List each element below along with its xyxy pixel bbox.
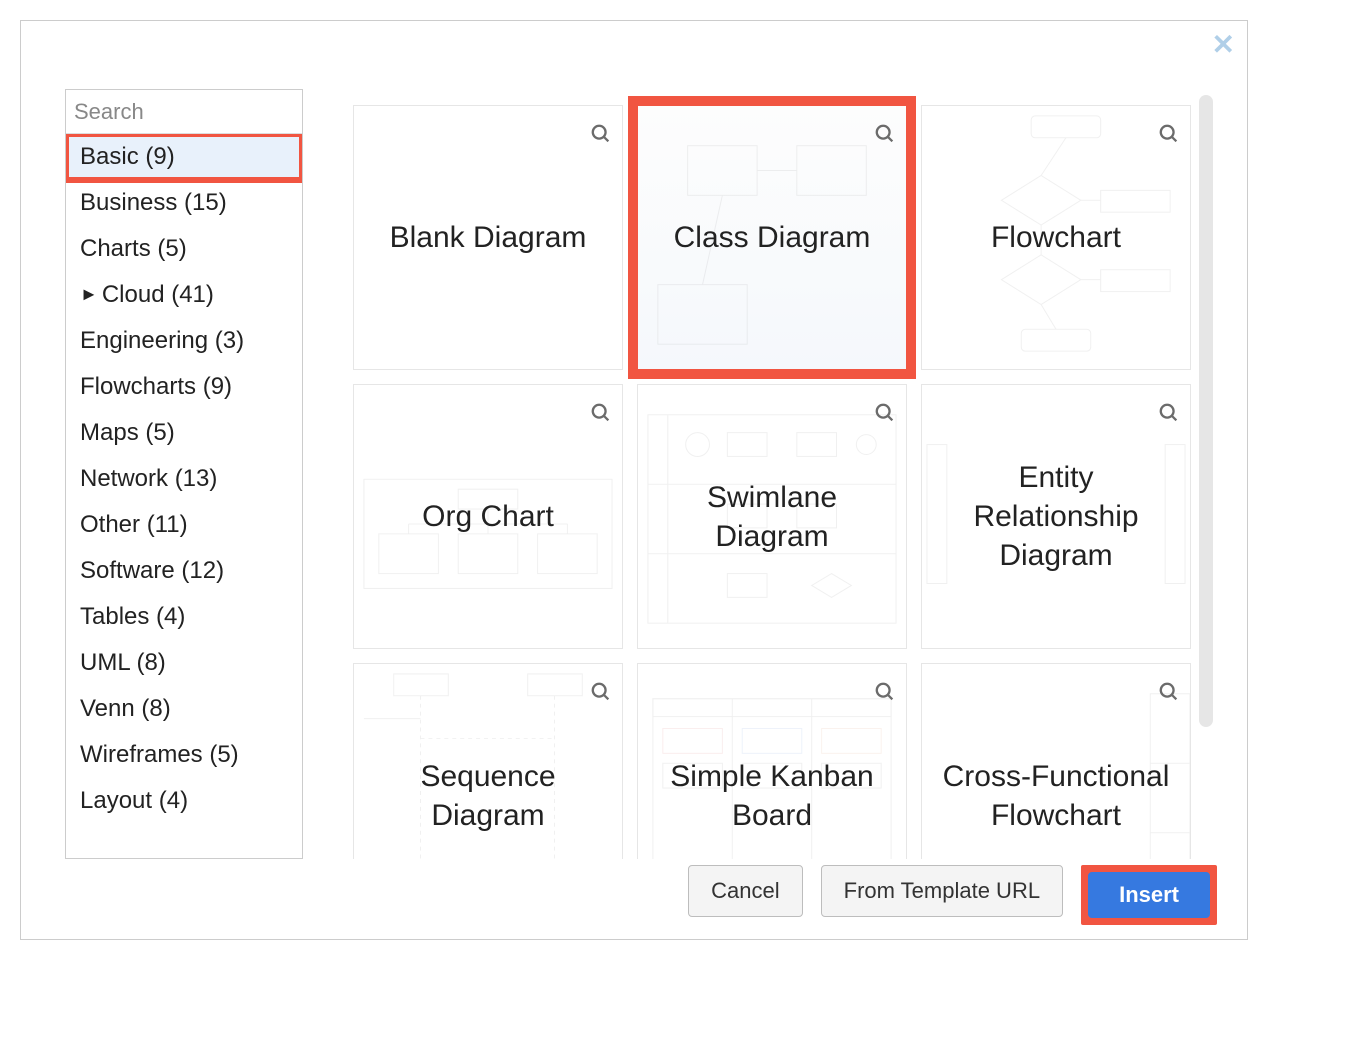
template-label: Class Diagram [674,218,871,257]
magnify-icon[interactable] [874,674,896,696]
category-item[interactable]: Charts (5) [66,226,302,272]
category-item[interactable]: Other (11) [66,502,302,548]
template-tile[interactable]: Org Chart [353,384,623,649]
search-input[interactable] [74,99,303,125]
from-template-url-button[interactable]: From Template URL [821,865,1063,917]
category-item[interactable]: Basic (9) [66,134,302,180]
category-label: Tables (4) [80,603,185,630]
category-label: Wireframes (5) [80,741,239,768]
category-item[interactable]: Wireframes (5) [66,732,302,778]
dialog-content: Basic (9) Business (15) Charts (5) ►Cloud (… [65,89,1217,859]
template-label: Org Chart [422,497,554,536]
category-label: Cloud (41) [102,281,214,308]
category-item[interactable]: Venn (8) [66,686,302,732]
category-item[interactable]: ►Cloud (41) [66,272,302,318]
magnify-icon[interactable] [590,395,612,417]
dialog-footer: Cancel From Template URL Insert [688,865,1217,925]
template-label: Flowchart [991,218,1121,257]
magnify-icon[interactable] [1158,674,1180,696]
category-item[interactable]: Layout (4) [66,778,302,824]
close-icon[interactable]: ✕ [1212,31,1235,59]
category-label: UML (8) [80,649,166,676]
template-label: Swimlane Diagram [648,478,896,556]
template-tile[interactable]: Sequence Diagram [353,663,623,859]
category-item[interactable]: UML (8) [66,640,302,686]
template-label: Cross-Functional Flowchart [932,757,1180,835]
insert-button-highlight: Insert [1081,865,1217,925]
magnify-icon[interactable] [874,116,896,138]
category-label: Business (15) [80,189,227,216]
category-item[interactable]: Flowcharts (9) [66,364,302,410]
cancel-button[interactable]: Cancel [688,865,802,917]
magnify-icon[interactable] [1158,116,1180,138]
magnify-icon[interactable] [1158,395,1180,417]
category-label: Flowcharts (9) [80,373,232,400]
category-item[interactable]: Engineering (3) [66,318,302,364]
category-item[interactable]: Network (13) [66,456,302,502]
template-tile[interactable]: Swimlane Diagram [637,384,907,649]
insert-button[interactable]: Insert [1088,872,1210,918]
category-item[interactable]: Tables (4) [66,594,302,640]
magnify-icon[interactable] [590,674,612,696]
category-label: Engineering (3) [80,327,244,354]
template-dialog: ✕ Basic (9) Business (15) Charts (5) ►Cloud… [20,20,1248,940]
category-label: Software (12) [80,557,224,584]
category-label: Network (13) [80,465,217,492]
expand-arrow-icon: ► [80,284,98,304]
category-label: Venn (8) [80,695,171,722]
template-tile[interactable]: Blank Diagram [353,105,623,370]
category-label: Basic (9) [80,143,175,170]
category-list: Basic (9) Business (15) Charts (5) ►Cloud (… [66,134,302,858]
magnify-icon[interactable] [874,395,896,417]
template-label: Sequence Diagram [364,757,612,835]
category-item[interactable]: Software (12) [66,548,302,594]
category-label: Maps (5) [80,419,175,446]
category-item[interactable]: Business (15) [66,180,302,226]
sidebar: Basic (9) Business (15) Charts (5) ►Cloud (… [65,89,303,859]
scrollbar[interactable] [1199,95,1213,727]
template-tile[interactable]: Flowchart [921,105,1191,370]
template-tile[interactable]: Class Diagram [637,105,907,370]
category-label: Other (11) [80,511,188,538]
category-label: Layout (4) [80,787,188,814]
template-label: Simple Kanban Board [648,757,896,835]
template-label: Entity Relationship Diagram [932,458,1180,575]
category-label: Charts (5) [80,235,187,262]
template-tile[interactable]: Entity Relationship Diagram [921,384,1191,649]
search-row [66,90,302,134]
template-tile[interactable]: Simple Kanban Board [637,663,907,859]
template-grid: Blank Diagram Class Diagram Flowchart Org C… [303,89,1217,859]
category-item[interactable]: Maps (5) [66,410,302,456]
magnify-icon[interactable] [590,116,612,138]
template-label: Blank Diagram [390,218,587,257]
template-tile[interactable]: Cross-Functional Flowchart [921,663,1191,859]
